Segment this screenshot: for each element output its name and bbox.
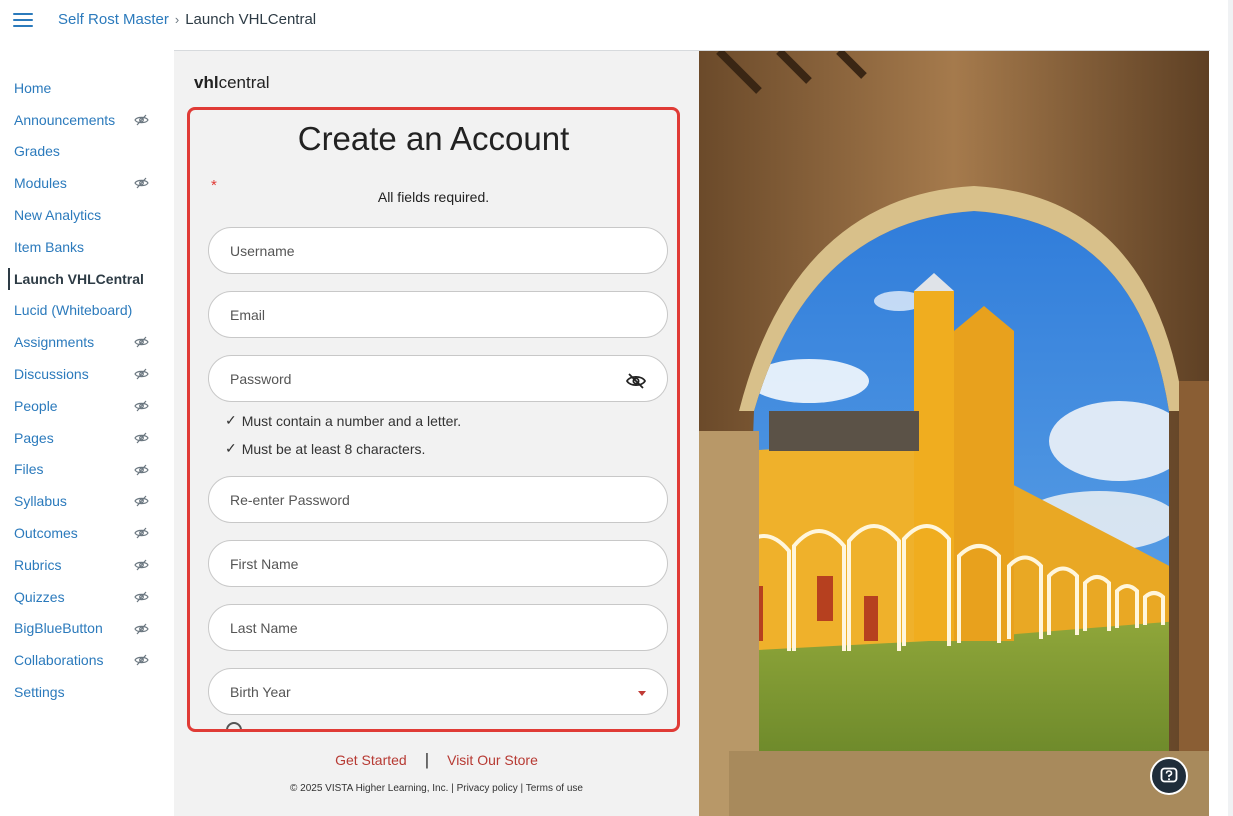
sidebar-item-pages[interactable]: Pages	[0, 422, 160, 454]
sidebar-item-launch-vhlcentral[interactable]: Launch VHLCentral	[0, 263, 160, 295]
hamburger-menu-icon[interactable]	[13, 13, 33, 27]
sidebar-item-discussions[interactable]: Discussions	[0, 358, 160, 390]
sidebar-item-label: People	[14, 397, 58, 414]
sidebar-item-label: Grades	[14, 143, 60, 160]
radio-option-partial[interactable]	[226, 722, 242, 729]
sidebar-item-collaborations[interactable]: Collaborations	[0, 644, 160, 676]
reenter-password-input[interactable]	[208, 476, 668, 523]
breadcrumb-separator: ›	[174, 12, 180, 27]
get-started-link[interactable]: Get Started	[335, 752, 407, 768]
eye-slash-icon[interactable]	[625, 372, 647, 390]
eye-slash-icon	[134, 431, 149, 444]
required-note: All fields required.	[377, 189, 490, 205]
sidebar-item-outcomes[interactable]: Outcomes	[0, 517, 160, 549]
eye-slash-icon	[134, 590, 149, 603]
copyright-line: © 2025 VISTA Higher Learning, Inc. | Pri…	[174, 783, 699, 794]
dropdown-caret-icon	[638, 691, 646, 696]
birth-year-select[interactable]: Birth Year	[208, 668, 668, 715]
vhl-login-panel: vhlcentral Create an Account * All field…	[174, 51, 699, 816]
sidebar-item-label: Syllabus	[14, 493, 67, 510]
course-navigation: Home Announcements Grades Modules New Analyt…	[0, 72, 160, 708]
sidebar-item-label: Collaborations	[14, 652, 104, 669]
username-input[interactable]	[208, 227, 668, 274]
vhl-central-logo: vhlcentral	[194, 73, 270, 92]
password-rule-2-text: Must be at least 8 characters.	[241, 440, 426, 457]
terms-of-use-link[interactable]: Terms of use	[526, 783, 583, 794]
eye-slash-icon	[134, 176, 149, 189]
help-button[interactable]	[1150, 757, 1188, 795]
sidebar-item-label: Discussions	[14, 366, 89, 383]
sidebar-item-label: Announcements	[14, 111, 116, 128]
sidebar-item-item-banks[interactable]: Item Banks	[0, 231, 160, 263]
sidebar-item-assignments[interactable]: Assignments	[0, 326, 160, 358]
last-name-input[interactable]	[208, 604, 668, 651]
sidebar-item-announcements[interactable]: Announcements	[0, 104, 160, 136]
eye-slash-icon	[134, 526, 149, 539]
scrollbar-track[interactable]	[1228, 0, 1233, 816]
email-input[interactable]	[208, 291, 668, 338]
sidebar-item-rubrics[interactable]: Rubrics	[0, 549, 160, 581]
top-bar: Self Rost Master › Launch VHLCentral	[0, 0, 1233, 40]
sidebar-item-label: Pages	[14, 429, 54, 446]
sidebar-item-bigbluebutton[interactable]: BigBlueButton	[0, 613, 160, 645]
sidebar-item-label: Settings	[14, 684, 65, 701]
eye-slash-icon	[134, 494, 149, 507]
sidebar-item-new-analytics[interactable]: New Analytics	[0, 199, 160, 231]
sidebar-item-label: Quizzes	[14, 588, 65, 605]
sidebar-item-label: Launch VHLCentral	[14, 270, 144, 287]
eye-slash-icon	[134, 622, 149, 634]
create-account-form: Create an Account * All fields required.…	[187, 107, 680, 732]
eye-slash-icon	[134, 113, 149, 126]
help-icon	[1160, 767, 1178, 783]
form-title: Create an Account	[297, 120, 570, 157]
footer-pipe: |	[520, 783, 524, 794]
check-icon: ✓	[225, 412, 237, 428]
sidebar-item-label: Home	[14, 79, 52, 96]
eye-slash-icon	[134, 335, 149, 348]
eye-slash-icon	[134, 399, 149, 412]
sidebar-item-label: Outcomes	[14, 525, 78, 542]
password-input[interactable]	[208, 355, 668, 402]
sidebar-item-people[interactable]: People	[0, 390, 160, 422]
copyright-text: © 2025 VISTA Higher Learning, Inc.	[290, 783, 449, 794]
sidebar-item-label: BigBlueButton	[14, 620, 103, 637]
sidebar-item-home[interactable]: Home	[0, 72, 160, 104]
campus-photo	[699, 51, 1209, 816]
sidebar-item-grades[interactable]: Grades	[0, 136, 160, 168]
password-rule-2: ✓ Must be at least 8 characters.	[225, 440, 425, 457]
breadcrumb: Self Rost Master › Launch VHLCentral	[58, 11, 316, 28]
sidebar-item-lucid-whiteboard[interactable]: Lucid (Whiteboard)	[0, 295, 160, 327]
eye-slash-icon	[134, 463, 149, 475]
sidebar-item-label: New Analytics	[14, 207, 102, 224]
breadcrumb-current: Launch VHLCentral	[185, 11, 317, 28]
sidebar-item-quizzes[interactable]: Quizzes	[0, 581, 160, 613]
privacy-policy-link[interactable]: Privacy policy	[457, 783, 518, 794]
breadcrumb-course-link[interactable]: Self Rost Master	[58, 11, 169, 28]
footer-links: Get Started | Visit Our Store	[174, 750, 699, 770]
sidebar-item-modules[interactable]: Modules	[0, 167, 160, 199]
eye-slash-icon	[134, 653, 149, 666]
sidebar-item-files[interactable]: Files	[0, 454, 160, 486]
sidebar-item-label: Assignments	[14, 334, 95, 351]
sidebar-item-label: Modules	[14, 175, 67, 192]
password-rule-1-text: Must contain a number and a letter.	[241, 412, 462, 429]
check-icon: ✓	[225, 440, 237, 456]
footer-divider: |	[424, 750, 430, 769]
footer-pipe: |	[451, 783, 454, 794]
sidebar-item-label: Item Banks	[14, 238, 85, 255]
sidebar-item-syllabus[interactable]: Syllabus	[0, 485, 160, 517]
sidebar-item-label: Files	[14, 461, 44, 478]
eye-slash-icon	[134, 558, 149, 571]
sidebar-item-label: Rubrics	[14, 556, 62, 573]
eye-slash-icon	[134, 367, 149, 380]
sidebar-item-label: Lucid (Whiteboard)	[14, 302, 133, 319]
sidebar-item-settings[interactable]: Settings	[0, 676, 160, 708]
visit-store-link[interactable]: Visit Our Store	[447, 752, 538, 768]
first-name-input[interactable]	[208, 540, 668, 587]
password-rule-1: ✓ Must contain a number and a letter.	[225, 412, 461, 429]
